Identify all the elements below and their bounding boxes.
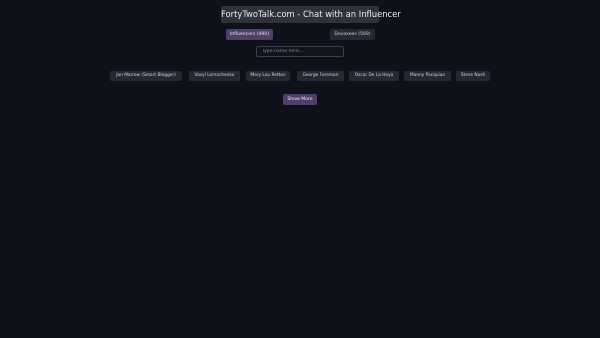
influencer-list: Jan Marrow (Smart Blogger) Vasyl Lomache… [0,71,600,81]
tab-devoxees[interactable]: Devoxees (569) [330,29,375,40]
search-input[interactable] [256,46,344,57]
tab-influencers[interactable]: Influencers (490) [226,29,273,40]
influencer-chip-george-foreman[interactable]: George Foreman [297,71,344,81]
influencer-chip-mary-lou-retton[interactable]: Mary Lou Retton [246,71,290,81]
influencer-chip-steve-nash[interactable]: Steve Nash [456,71,490,81]
page: FortyTwoTalk.com - Chat with an Influenc… [0,0,600,338]
influencer-chip-jan-marrow[interactable]: Jan Marrow (Smart Blogger) [110,71,182,81]
influencer-chip-oscar-de-la-hoya[interactable]: Oscar De La Hoya [349,71,399,81]
influencer-chip-manny-pacquiao[interactable]: Manny Pacquiao [404,71,451,81]
influencer-chip-vasyl-lomachenko[interactable]: Vasyl Lomachenko [189,71,240,81]
page-title: FortyTwoTalk.com - Chat with an Influenc… [221,6,401,23]
category-tabs: Influencers (490) Devoxees (569) [0,29,600,40]
show-more-button[interactable]: Show More [283,94,317,105]
